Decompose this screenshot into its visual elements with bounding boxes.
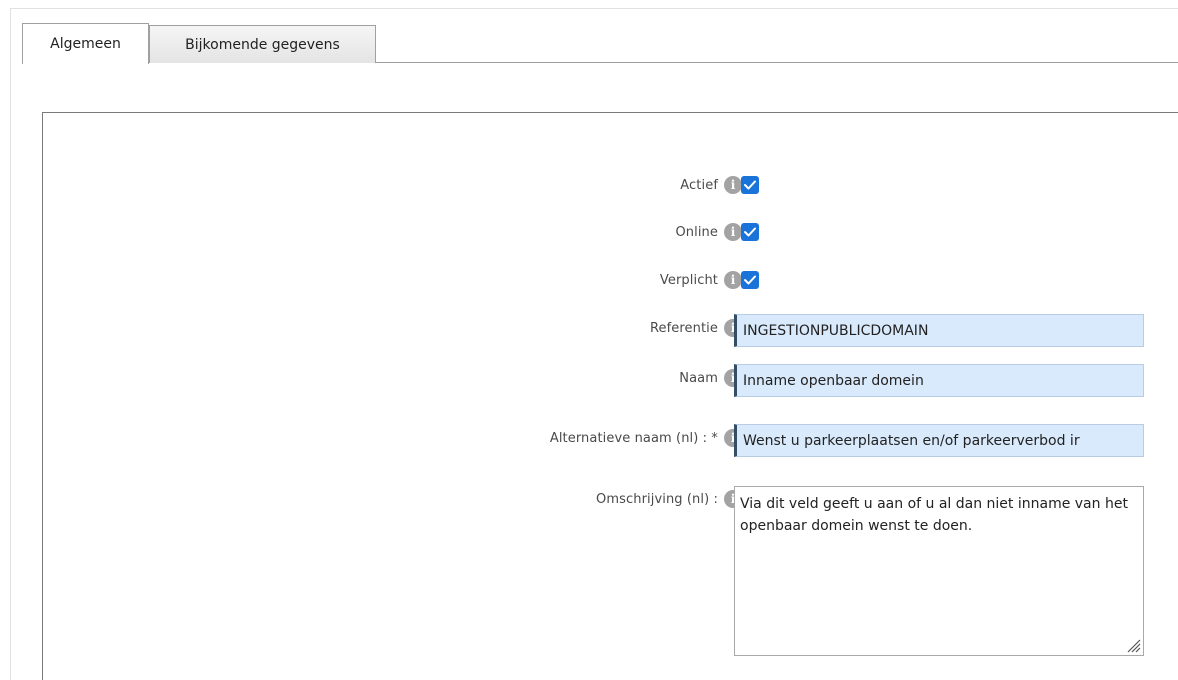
online-checkbox[interactable] xyxy=(741,223,759,241)
naam-value: Inname openbaar domein xyxy=(743,372,924,389)
info-icon[interactable]: i xyxy=(724,176,742,194)
referentie-label: Referentie xyxy=(649,320,718,336)
online-label: Online xyxy=(675,224,718,240)
alternatieve-naam-input[interactable]: Wenst u parkeerplaatsen en/of parkeerver… xyxy=(734,424,1144,457)
tab-bar: Algemeen Bijkomende gegevens xyxy=(22,23,1178,64)
label-group-actief: Actief i xyxy=(680,171,742,199)
naam-input[interactable]: Inname openbaar domein xyxy=(734,364,1144,397)
resize-grip-icon[interactable] xyxy=(1125,637,1141,653)
verplicht-label: Verplicht xyxy=(659,272,718,288)
tab-algemeen[interactable]: Algemeen xyxy=(22,23,149,64)
verplicht-checkbox[interactable] xyxy=(741,271,759,289)
label-group-online: Online i xyxy=(675,218,742,246)
actief-checkbox[interactable] xyxy=(741,176,759,194)
omschrijving-textarea[interactable]: Via dit veld geeft u aan of u al dan nie… xyxy=(734,486,1144,656)
frame-top-border xyxy=(10,8,1178,9)
label-group-alternatieve-naam: Alternatieve naam (nl) : * i xyxy=(550,424,742,452)
omschrijving-value: Via dit veld geeft u aan of u al dan nie… xyxy=(740,496,1128,534)
form-panel: Actief i Online i Verplicht i Referentie… xyxy=(42,112,1178,680)
omschrijving-label: Omschrijving (nl) : xyxy=(596,491,718,507)
info-icon[interactable]: i xyxy=(724,271,742,289)
tab-algemeen-label: Algemeen xyxy=(50,36,121,52)
referentie-input[interactable]: INGESTIONPUBLICDOMAIN xyxy=(734,314,1144,347)
actief-label: Actief xyxy=(680,177,718,193)
alternatieve-naam-value: Wenst u parkeerplaatsen en/of parkeerver… xyxy=(743,432,1080,449)
naam-label: Naam xyxy=(679,370,718,386)
checkmark-icon xyxy=(744,180,756,190)
label-group-verplicht: Verplicht i xyxy=(660,266,742,294)
alternatieve-naam-label: Alternatieve naam (nl) : * xyxy=(549,430,718,446)
label-group-referentie: Referentie i xyxy=(650,314,742,342)
tab-bijkomende-gegevens-label: Bijkomende gegevens xyxy=(185,36,340,53)
tab-bijkomende-gegevens[interactable]: Bijkomende gegevens xyxy=(149,25,376,63)
label-group-omschrijving: Omschrijving (nl) : i xyxy=(596,485,742,513)
frame-left-border xyxy=(10,8,11,680)
checkmark-icon xyxy=(744,275,756,285)
label-group-naam: Naam i xyxy=(679,364,742,392)
referentie-value: INGESTIONPUBLICDOMAIN xyxy=(743,322,929,339)
info-icon[interactable]: i xyxy=(724,223,742,241)
checkmark-icon xyxy=(744,227,756,237)
